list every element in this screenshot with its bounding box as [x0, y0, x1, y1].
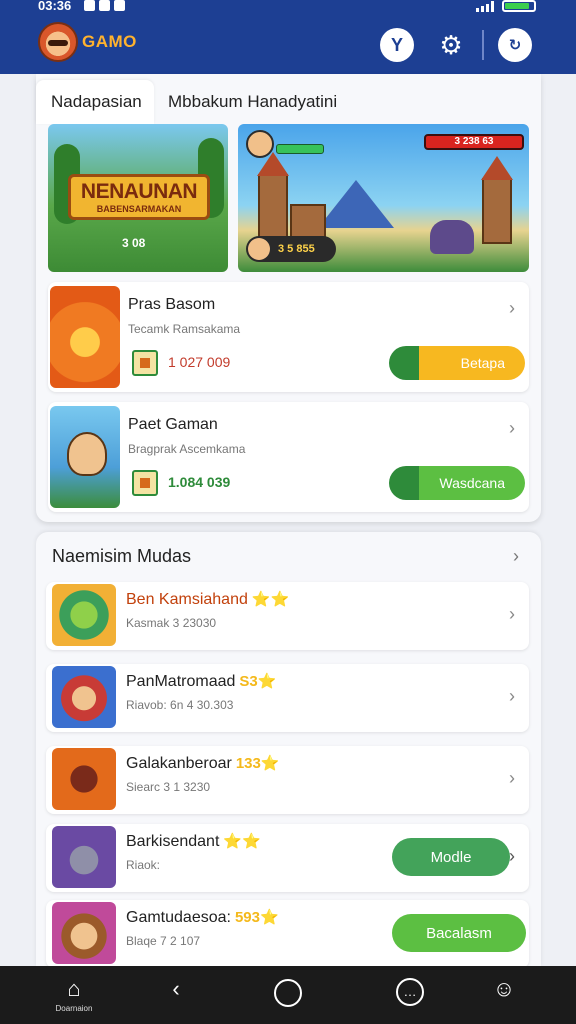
list-item[interactable]: PanMatromaad S3⭐ Riavob: 6n 4 30.303 ›	[46, 664, 529, 732]
game-thumbnail	[52, 584, 116, 646]
logo-mascot-icon	[38, 22, 78, 62]
list-item[interactable]: Barkisendant ⭐⭐ Riaok: Modle ›	[46, 824, 529, 892]
refresh-button[interactable]: ↻	[498, 28, 532, 62]
game-title: Ben Kamsiahand ⭐⭐	[126, 591, 290, 608]
chevron-right-icon[interactable]: ›	[509, 604, 515, 625]
list-item[interactable]: Ben Kamsiahand ⭐⭐ Kasmak 3 23030 ›	[46, 582, 529, 650]
rating-stars: 593⭐	[234, 909, 279, 926]
more-games-section: Naemisim Mudas › Ben Kamsiahand ⭐⭐ Kasmak…	[36, 532, 541, 966]
game-badge-icon	[132, 470, 158, 496]
app-header: 03:36 GAMO Y ⚙ ↻	[0, 0, 576, 74]
banner-player-info: 3 5 855	[246, 236, 336, 262]
profile-icon[interactable]: ☺	[492, 976, 516, 1002]
banner-score: 3 08	[122, 236, 146, 250]
rating-stars: ⭐⭐	[223, 833, 261, 850]
game-title: Paet Gaman	[128, 416, 218, 433]
game-thumbnail	[50, 286, 120, 388]
tab-first[interactable]: Nadapasian	[36, 80, 154, 124]
settings-gear-icon[interactable]: ⚙	[434, 28, 468, 62]
chevron-right-icon[interactable]: ›	[513, 546, 519, 567]
logo-text: GAMO	[82, 32, 137, 51]
banner-sign: NENAUNAN BABENSARMAKAN	[68, 174, 210, 220]
status-notification-icons	[84, 0, 125, 11]
game-subtitle: Siearc 3 1 3230	[126, 780, 211, 794]
game-subtitle: Riaok:	[126, 858, 161, 872]
header-divider	[482, 30, 484, 60]
monster-character	[430, 220, 474, 254]
chevron-right-icon[interactable]: ›	[509, 768, 515, 789]
banner-subtitle: BABENSARMAKAN	[96, 204, 182, 214]
home-icon: ⌂	[67, 976, 81, 1001]
banner-game-1[interactable]: NENAUNAN BABENSARMAKAN 3 08	[48, 124, 228, 272]
featured-game-row[interactable]: Paet Gaman Bragprak Ascemkama › 1.084 03…	[48, 402, 529, 512]
game-subtitle: Riavob: 6n 4 30.303	[126, 698, 234, 712]
game-badge-icon	[132, 350, 158, 376]
status-right	[476, 0, 536, 12]
game-title: PanMatromaad S3⭐	[126, 673, 277, 690]
release-button[interactable]: Bacalasm	[392, 914, 526, 952]
rating-stars: 133⭐	[235, 755, 280, 772]
chevron-right-icon[interactable]: ›	[509, 298, 515, 319]
health-bar: 3 238 63	[424, 134, 524, 150]
chevron-right-icon[interactable]: ›	[509, 418, 515, 439]
chat-icon[interactable]: …	[396, 978, 424, 1006]
status-time: 03:36	[38, 0, 72, 13]
game-title: Barkisendant ⭐⭐	[126, 833, 261, 850]
game-count: 1 027 009	[168, 354, 231, 370]
bottom-navigation: ⌂ Doarnaion ‹ … ☺	[0, 966, 576, 1024]
game-subtitle: Kasmak 3 23030	[126, 616, 217, 630]
game-thumbnail	[52, 666, 116, 728]
game-title: Pras Basom	[128, 296, 216, 313]
game-subtitle: Bragprak Ascemkama	[128, 442, 246, 456]
game-thumbnail	[52, 826, 116, 888]
game-count: 1.084 039	[168, 474, 231, 490]
app-logo[interactable]: GAMO	[38, 22, 137, 62]
nav-home-label: Doarnaion	[55, 1004, 93, 1013]
banner-title: NENAUNAN	[80, 180, 198, 203]
nav-home[interactable]: ⌂ Doarnaion	[52, 976, 96, 1013]
featured-game-row[interactable]: Pras Basom Tecamk Ramsakama › 1 027 009 …	[48, 282, 529, 392]
chevron-right-icon[interactable]: ›	[509, 846, 515, 867]
home-circle-icon[interactable]	[274, 979, 302, 1007]
game-title: Galakanberoar 133⭐	[126, 755, 280, 772]
game-action-button[interactable]: Betapa	[389, 346, 525, 380]
game-action-button[interactable]: Wasdcana	[389, 466, 525, 500]
list-item[interactable]: Gamtudaesoa: 593⭐ Blaqe 7 2 107 Bacalasm	[46, 900, 529, 966]
castle-roof	[481, 156, 513, 180]
game-thumbnail	[52, 902, 116, 964]
battery-icon	[502, 0, 536, 12]
game-thumbnail	[50, 406, 120, 508]
tab-second[interactable]: Mbbakum Hanadyatini	[168, 80, 337, 124]
filter-button[interactable]: Y	[380, 28, 414, 62]
featured-card: Nadapasian Mbbakum Hanadyatini NENAUNAN …	[36, 74, 541, 522]
game-subtitle: Tecamk Ramsakama	[128, 322, 241, 336]
tab-bar: Nadapasian Mbbakum Hanadyatini	[36, 80, 541, 124]
rating-stars: ⭐⭐	[251, 591, 290, 608]
status-bar: 03:36	[0, 0, 576, 14]
game-title: Gamtudaesoa: 593⭐	[126, 909, 279, 926]
mode-button[interactable]: Modle	[392, 838, 510, 876]
back-icon[interactable]: ‹	[164, 976, 188, 1002]
banner-game-2[interactable]: 3 238 63 3 5 855	[238, 124, 529, 272]
game-subtitle: Blaqe 7 2 107	[126, 934, 201, 948]
castle-tower	[482, 178, 512, 244]
mountain-decoration	[318, 180, 394, 228]
game-thumbnail	[52, 748, 116, 810]
signal-icon	[476, 0, 494, 12]
list-item[interactable]: Galakanberoar 133⭐ Siearc 3 1 3230 ›	[46, 746, 529, 814]
section-title: Naemisim Mudas	[52, 546, 192, 566]
castle-tower	[258, 174, 288, 242]
castle-roof	[257, 152, 289, 176]
chevron-right-icon[interactable]: ›	[509, 686, 515, 707]
rating-stars: S3⭐	[239, 673, 277, 690]
